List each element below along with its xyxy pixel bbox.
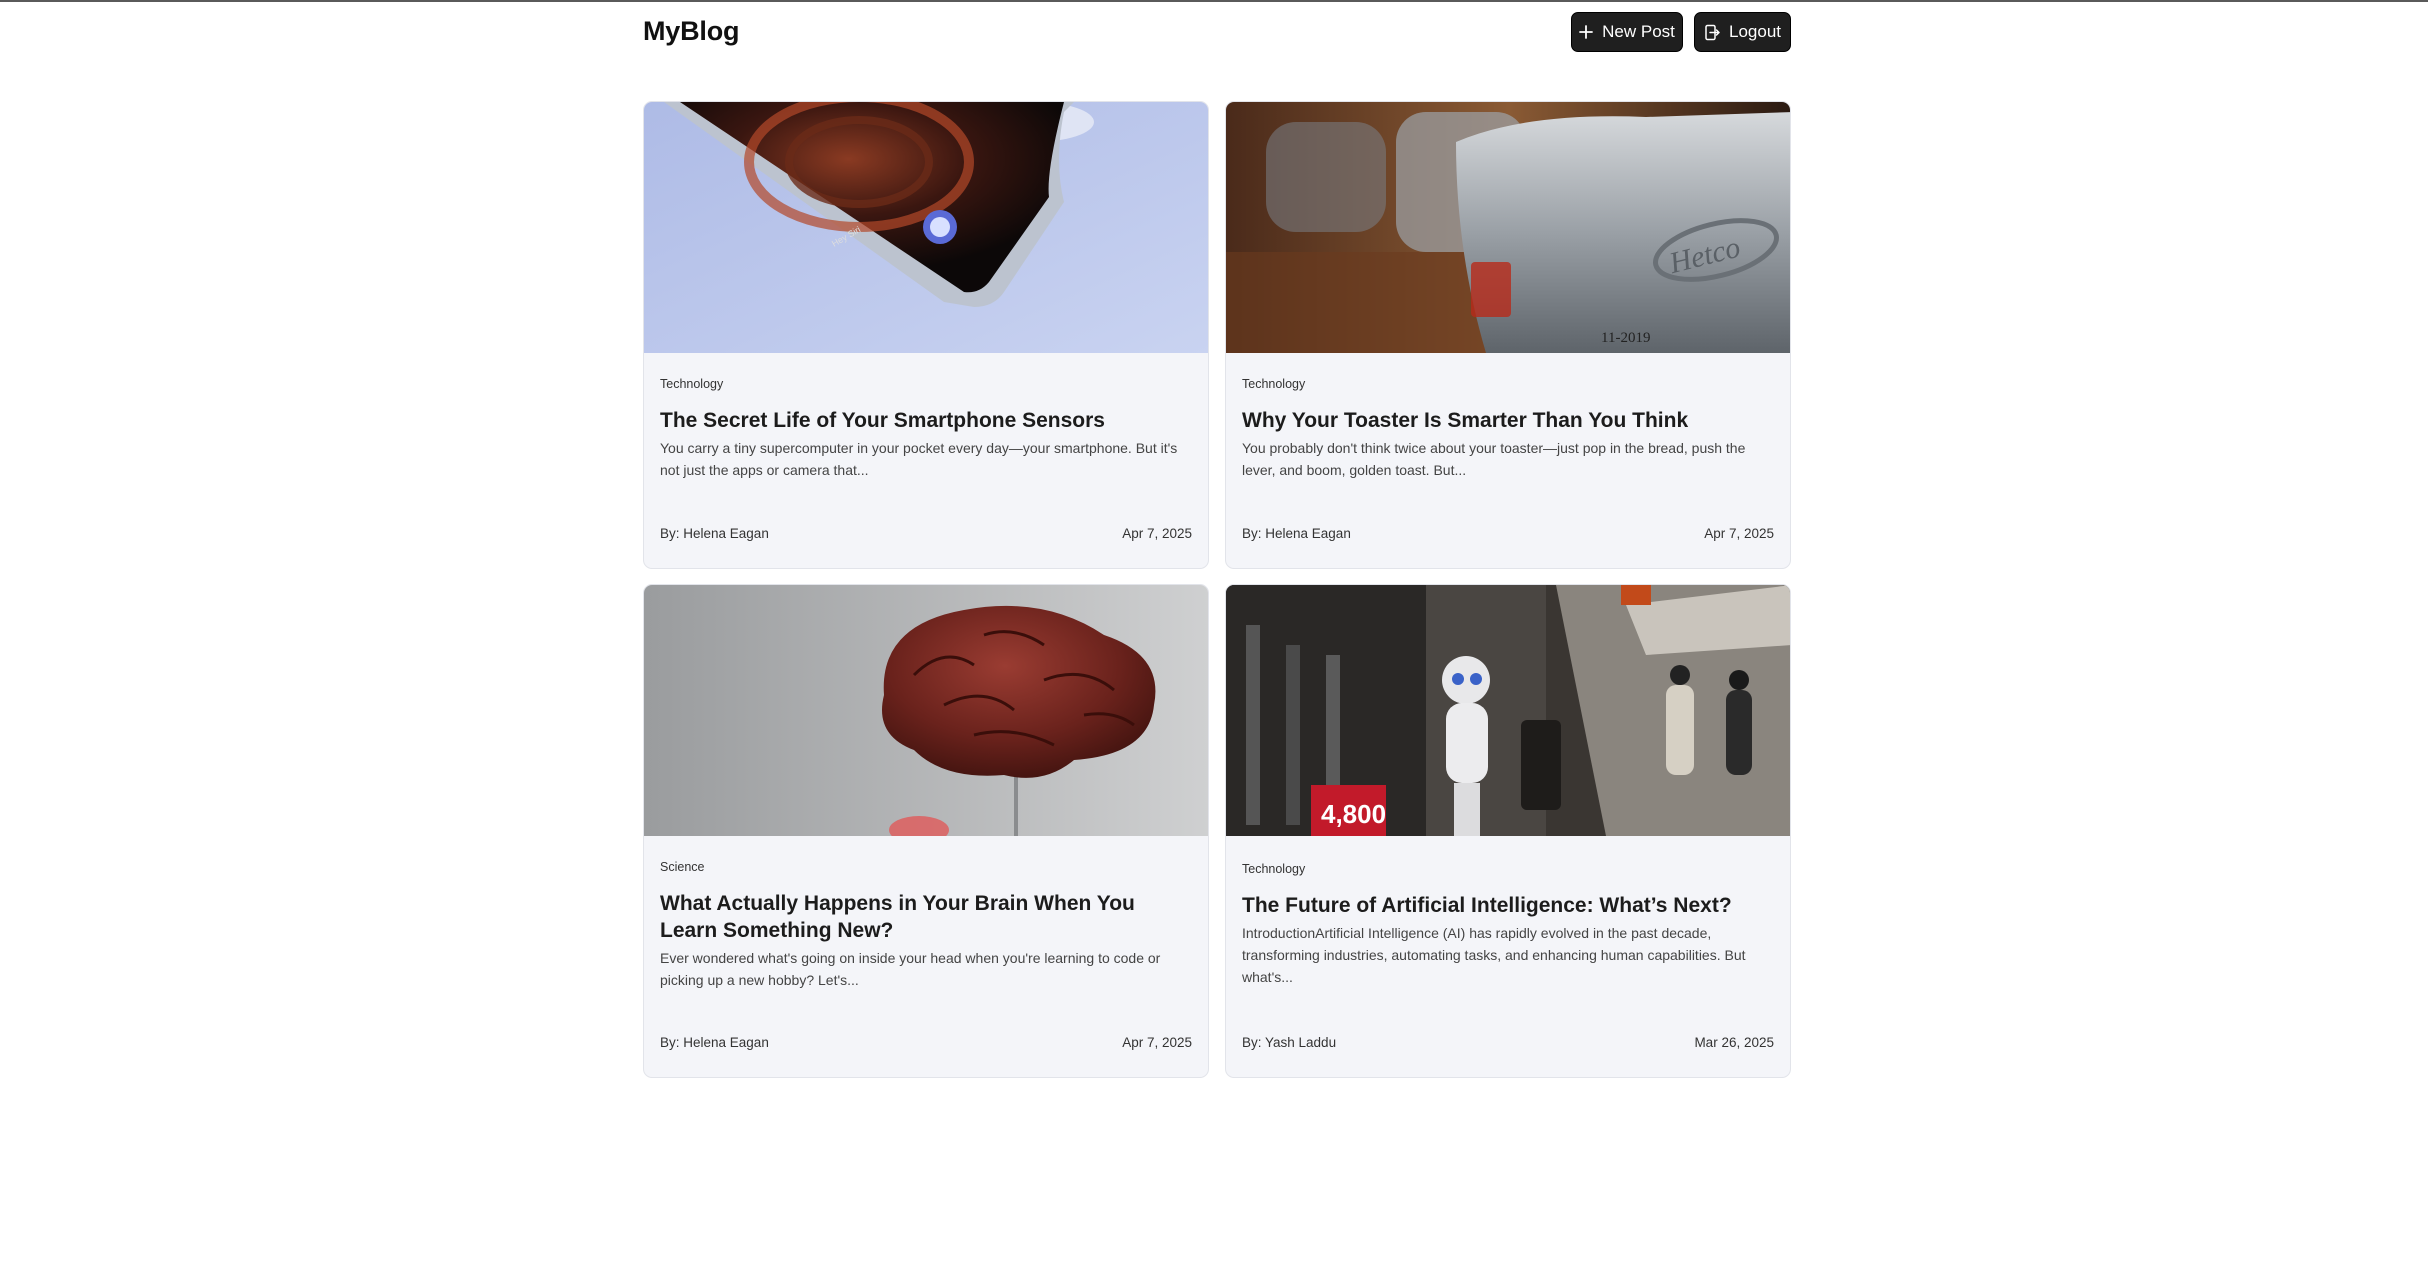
post-excerpt: Ever wondered what's going on inside you… xyxy=(660,950,1161,988)
post-card[interactable]: 4,800 Technology The Future of Artificia… xyxy=(1225,584,1791,1078)
post-date: Apr 7, 2025 xyxy=(1122,1035,1192,1050)
header: MyBlog New Post Logout xyxy=(643,2,1791,62)
logout-button[interactable]: Logout xyxy=(1694,12,1791,52)
post-excerpt: You carry a tiny supercomputer in your p… xyxy=(660,440,1178,478)
post-author: By: Yash Laddu xyxy=(1242,1035,1337,1050)
logout-label: Logout xyxy=(1729,22,1781,41)
robot-street-image[interactable]: 4,800 xyxy=(1226,585,1790,836)
new-post-label: New Post xyxy=(1602,22,1675,41)
smartphone-image[interactable]: Hey Siri xyxy=(644,102,1208,353)
svg-text:11-2019: 11-2019 xyxy=(1601,330,1650,346)
plus-icon xyxy=(1579,25,1594,39)
post-author: By: Helena Eagan xyxy=(660,1035,769,1050)
svg-text:4,800: 4,800 xyxy=(1321,799,1386,829)
post-card[interactable]: Hey Siri Technology The Secret Life of Y… xyxy=(643,101,1209,569)
brain-model-image[interactable] xyxy=(644,585,1208,836)
post-author: By: Helena Eagan xyxy=(660,526,769,541)
toaster-image[interactable]: Hetco 11-2019 xyxy=(1226,102,1790,353)
post-author: By: Helena Eagan xyxy=(1242,526,1351,541)
logo[interactable]: MyBlog xyxy=(643,16,739,47)
post-card[interactable]: Science What Actually Happens in Your Br… xyxy=(643,584,1209,1078)
post-excerpt: You probably don't think twice about you… xyxy=(1242,440,1746,478)
post-title[interactable]: What Actually Happens in Your Brain When… xyxy=(660,890,1192,944)
post-excerpt: IntroductionArtificial Intelligence (AI)… xyxy=(1242,925,1746,985)
post-card[interactable]: Hetco 11-2019 Technology Why Your Toaste… xyxy=(1225,101,1791,569)
post-title[interactable]: The Secret Life of Your Smartphone Senso… xyxy=(660,407,1192,434)
post-category: Technology xyxy=(660,377,724,391)
post-title[interactable]: The Future of Artificial Intelligence: W… xyxy=(1242,892,1774,919)
post-date: Mar 26, 2025 xyxy=(1694,1035,1774,1050)
post-category: Technology xyxy=(1242,862,1306,876)
new-post-button[interactable]: New Post xyxy=(1571,12,1683,52)
post-category: Technology xyxy=(1242,377,1306,391)
post-date: Apr 7, 2025 xyxy=(1704,526,1774,541)
post-title[interactable]: Why Your Toaster Is Smarter Than You Thi… xyxy=(1242,407,1774,434)
post-date: Apr 7, 2025 xyxy=(1122,526,1192,541)
logout-icon xyxy=(1704,24,1720,41)
post-category: Science xyxy=(660,860,705,874)
